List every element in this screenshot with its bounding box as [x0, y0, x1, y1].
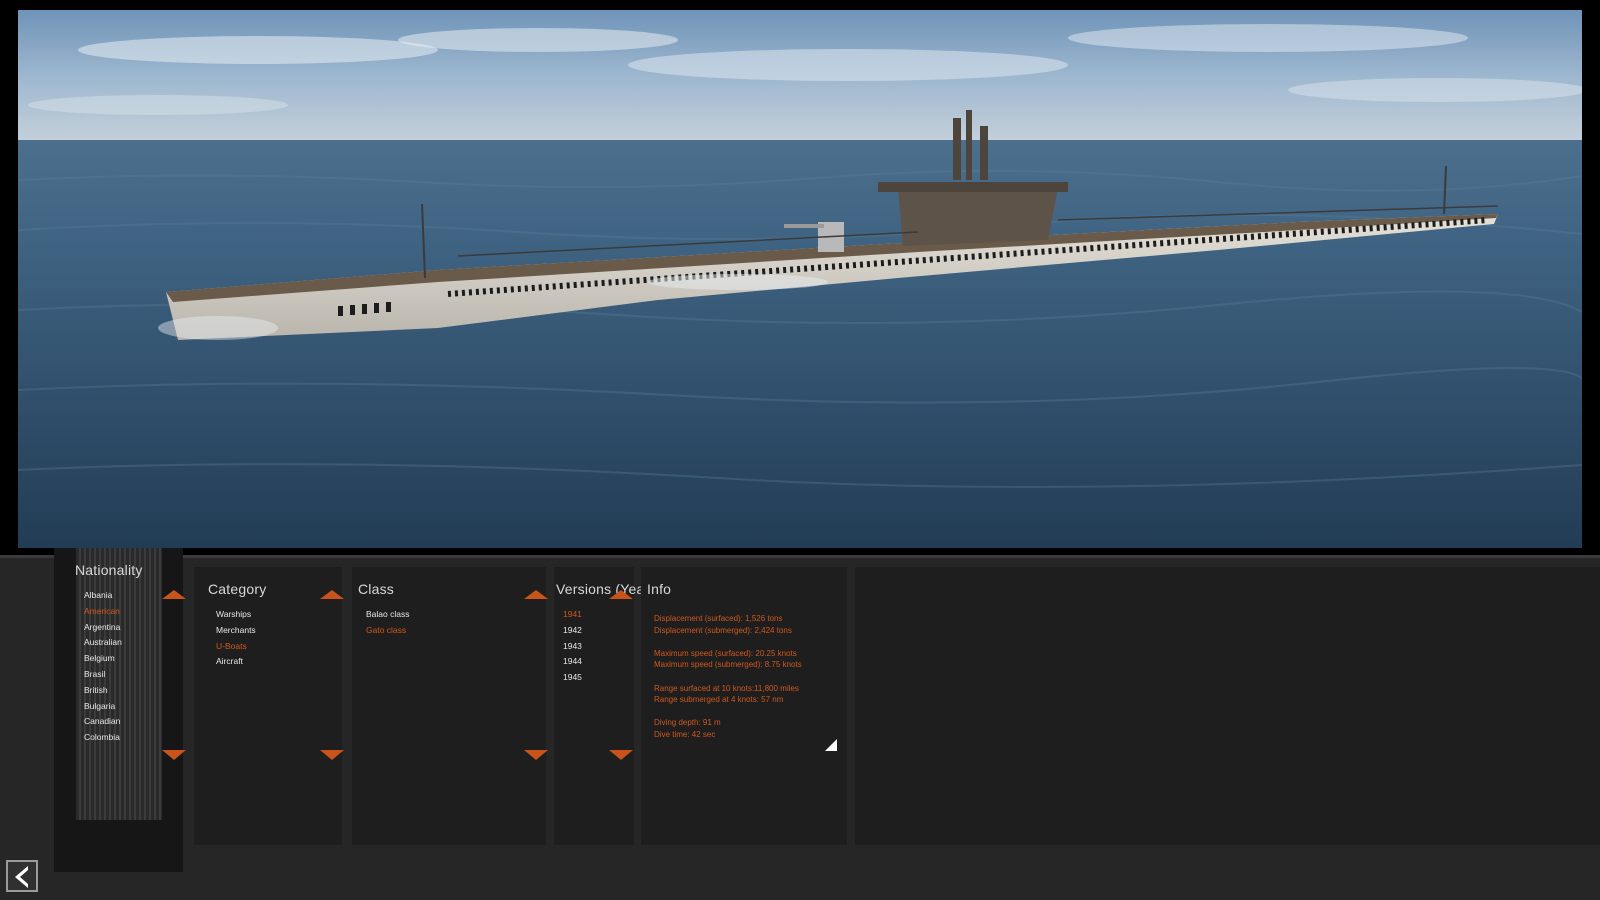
versions-title: Versions (Year) [556, 581, 655, 597]
versions-item[interactable]: 1944 [563, 654, 582, 670]
back-button[interactable] [6, 860, 38, 892]
category-scroll-up-icon[interactable] [320, 590, 344, 599]
nationality-item[interactable]: Albania [84, 588, 122, 604]
info-line: Range surfaced at 10 knots:11,800 miles [654, 683, 799, 693]
versions-panel: Versions (Year) 1941 1942 1943 1944 1945 [554, 567, 654, 845]
nationality-list: Albania American Argentina Australian Be… [84, 588, 122, 746]
category-item[interactable]: Aircraft [216, 654, 256, 670]
category-item[interactable]: Merchants [216, 623, 256, 639]
category-item[interactable]: Warships [216, 607, 256, 623]
info-line: Maximum speed (surfaced): 20.25 knots [654, 648, 797, 658]
class-list: Balao class Gato class [366, 607, 409, 639]
class-scroll-down-icon[interactable] [524, 750, 548, 760]
nationality-item[interactable]: Brasil [84, 667, 122, 683]
category-list: Warships Merchants U-Boats Aircraft [216, 607, 256, 670]
details-panel [855, 567, 1600, 845]
category-panel: Category Warships Merchants U-Boats Airc… [194, 567, 344, 845]
nationality-item[interactable]: Belgium [84, 651, 122, 667]
info-line: Displacement (submerged): 2,424 tons [654, 625, 792, 635]
nationality-item[interactable]: Argentina [84, 620, 122, 636]
resize-corner-icon[interactable] [825, 739, 837, 751]
nationality-title: Nationality [75, 562, 143, 578]
versions-scroll-down-icon[interactable] [609, 750, 633, 760]
info-line: Diving depth: 91 m [654, 718, 721, 728]
class-item[interactable]: Balao class [366, 607, 409, 623]
info-panel: Info Displacement (surfaced): 1,526 tons… [641, 567, 847, 845]
nationality-item[interactable]: Canadian [84, 714, 122, 730]
info-line: Maximum speed (submerged): 8.75 knots [654, 660, 802, 670]
versions-scroll-up-icon[interactable] [609, 590, 633, 599]
class-scroll-up-icon[interactable] [524, 590, 548, 599]
back-arrow-icon [15, 866, 28, 888]
info-line: Dive time: 42 sec [654, 729, 716, 739]
nationality-item[interactable]: Australian [84, 635, 122, 651]
info-line: Displacement (surfaced): 1,526 tons [654, 614, 783, 623]
nationality-scroll-up-icon[interactable] [162, 590, 186, 599]
nationality-item[interactable]: Colombia [84, 730, 122, 746]
versions-item[interactable]: 1942 [563, 623, 582, 639]
versions-item[interactable]: 1943 [563, 639, 582, 655]
nationality-scroll-down-icon[interactable] [162, 750, 186, 760]
category-scroll-down-icon[interactable] [320, 750, 344, 760]
class-panel: Class Balao class Gato class [352, 567, 548, 845]
scene-viewport[interactable] [18, 10, 1582, 548]
versions-item[interactable]: 1945 [563, 670, 582, 686]
category-title: Category [208, 581, 267, 597]
nationality-item-selected[interactable]: American [84, 604, 122, 620]
class-item-selected[interactable]: Gato class [366, 623, 409, 639]
nationality-panel: Nationality Albania American Argentina A… [54, 548, 186, 872]
versions-list: 1941 1942 1943 1944 1945 [563, 607, 582, 686]
nationality-item[interactable]: British [84, 683, 122, 699]
nationality-item[interactable]: Bulgaria [84, 699, 122, 715]
info-text: Displacement (surfaced): 1,526 tons Disp… [654, 613, 802, 741]
class-title: Class [358, 581, 395, 597]
submarine-scene [18, 10, 1582, 548]
info-title: Info [647, 581, 672, 597]
info-line: Range submerged at 4 knots: 57 nm [654, 695, 784, 705]
versions-item-selected[interactable]: 1941 [563, 607, 582, 623]
category-item-selected[interactable]: U-Boats [216, 639, 256, 655]
